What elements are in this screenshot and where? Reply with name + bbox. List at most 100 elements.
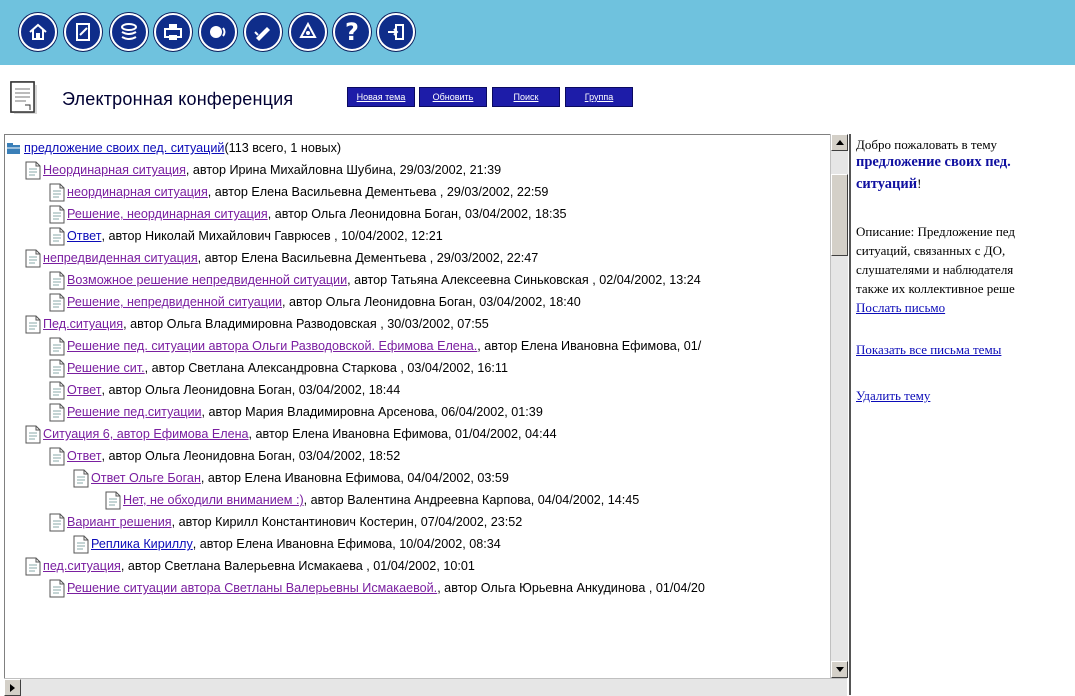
message-meta: , автор Ольга Леонидовна Боган, 03/04/20… [101, 449, 401, 463]
message-link[interactable]: Ответ [67, 379, 101, 401]
message-link[interactable]: Ответ [67, 225, 101, 247]
message-icon [25, 249, 41, 267]
message-link[interactable]: Реплика Кириллу [91, 533, 193, 555]
top-toolbar: ? [0, 0, 1075, 65]
root-topic-count: (113 всего, 1 новых) [224, 141, 342, 155]
message-link[interactable]: неординарная ситуация [67, 181, 208, 203]
printer-icon[interactable] [154, 13, 192, 51]
message-icon [49, 205, 65, 223]
message-icon [73, 469, 89, 487]
message-icon [49, 337, 65, 355]
message-meta: , автор Ольга Владимировна Разводовская … [123, 317, 489, 331]
message-link[interactable]: Решение пед.ситуации [67, 401, 202, 423]
tree-row: Вариант решения, автор Кирилл Константин… [49, 511, 522, 533]
message-meta: , автор Елена Васильевна Дементьева , 29… [207, 185, 549, 199]
group-button[interactable]: Группа [565, 87, 633, 107]
message-meta: , автор Ирина Михайловна Шубина, 29/03/2… [185, 163, 502, 177]
arrow-right-icon [10, 683, 15, 692]
message-icon [73, 535, 89, 553]
message-link[interactable]: непредвиденная ситуация [43, 247, 198, 269]
scroll-thumb[interactable] [831, 174, 848, 256]
tree-row: Решение пед.ситуации, автор Мария Владим… [49, 401, 543, 423]
topic-name-line2: ситуаций [856, 176, 918, 192]
tree-row: Решение сит., автор Светлана Александров… [49, 357, 508, 379]
scroll-down-button[interactable] [831, 661, 848, 678]
message-meta: , автор Кирилл Константинович Костерин, … [171, 515, 523, 529]
scroll-up-button[interactable] [831, 134, 848, 151]
stack-icon[interactable] [110, 13, 148, 51]
message-icon [49, 359, 65, 377]
message-meta: , автор Николай Михайлович Гаврюсев , 10… [101, 229, 443, 243]
vertical-scrollbar[interactable] [830, 134, 848, 678]
message-link[interactable]: Нет, не обходили вниманием :) [123, 489, 304, 511]
root-topic-link[interactable]: предложение своих пед. ситуаций [24, 137, 224, 159]
welcome-text: Добро пожаловать в тему [856, 137, 998, 152]
message-link[interactable]: пед.ситуация [43, 555, 121, 577]
tree-row: Ответ Ольге Боган, автор Елена Ивановна … [73, 467, 509, 489]
tree-row: Решение, непредвиденной ситуации, автор … [49, 291, 581, 313]
message-icon [49, 227, 65, 245]
message-link[interactable]: Ситуация 6, автор Ефимова Елена [43, 423, 249, 445]
message-link[interactable]: Неординарная ситуация [43, 159, 186, 181]
thread-tree: предложение своих пед. ситуаций (113 все… [4, 134, 831, 679]
message-link[interactable]: Решение пед. ситуации автора Ольги Разво… [67, 335, 477, 357]
refresh-button[interactable]: Обновить [419, 87, 487, 107]
tree-row: пед.ситуация, автор Светлана Валерьевна … [25, 555, 475, 577]
recycle-icon[interactable] [289, 13, 327, 51]
show-all-messages-link[interactable]: Показать все письма темы [856, 340, 1001, 359]
message-link[interactable]: Возможное решение непредвиденной ситуаци… [67, 269, 347, 291]
message-icon [25, 161, 41, 179]
message-meta: , автор Ольга Леонидовна Боган, 03/04/20… [267, 207, 567, 221]
message-icon [49, 271, 65, 289]
message-icon [49, 579, 65, 597]
tree-row: Возможное решение непредвиденной ситуаци… [49, 269, 701, 291]
arrow-down-icon [835, 667, 844, 672]
message-meta: , автор Валентина Андреевна Карпова, 04/… [303, 493, 640, 507]
tree-row: Ситуация 6, автор Ефимова Елена, автор Е… [25, 423, 557, 445]
message-icon [25, 425, 41, 443]
horizontal-scrollbar[interactable] [4, 678, 847, 696]
tree-row: Пед.ситуация, автор Ольга Владимировна Р… [25, 313, 489, 335]
message-meta: , автор Светлана Валерьевна Исмакаева , … [120, 559, 475, 573]
message-meta: , автор Ольга Леонидовна Боган, 03/04/20… [282, 295, 581, 309]
tree-row: Решение ситуации автора Светланы Валерье… [49, 577, 705, 599]
home-icon[interactable] [19, 13, 57, 51]
message-link[interactable]: Решение, непредвиденной ситуации [67, 291, 282, 313]
message-link[interactable]: Решение, неординарная ситуация [67, 203, 268, 225]
pencil-check-icon[interactable] [244, 13, 282, 51]
help-icon[interactable]: ? [333, 13, 371, 51]
search-button[interactable]: Поиск [492, 87, 560, 107]
message-icon [49, 403, 65, 421]
send-mail-link[interactable]: Послать письмо [856, 298, 945, 317]
exit-icon[interactable] [377, 13, 415, 51]
new-topic-button[interactable]: Новая тема [347, 87, 415, 107]
tree-row: неординарная ситуация, автор Елена Васил… [49, 181, 548, 203]
message-icon [25, 557, 41, 575]
topic-description: Описание: Предложение пед [856, 224, 1015, 239]
delete-topic-link[interactable]: Удалить тему [856, 386, 930, 405]
edit-document-icon[interactable] [64, 13, 102, 51]
tree-row: Ответ, автор Ольга Леонидовна Боган, 03/… [49, 445, 400, 467]
tree-row: Реплика Кириллу, автор Елена Ивановна Еф… [73, 533, 501, 555]
message-link[interactable]: Решение ситуации автора Светланы Валерье… [67, 577, 437, 599]
message-link[interactable]: Вариант решения [67, 511, 172, 533]
message-icon [25, 315, 41, 333]
message-meta: , автор Елена Ивановна Ефимова, 01/ [477, 339, 702, 353]
tree-row: Решение, неординарная ситуация, автор Ол… [49, 203, 567, 225]
message-icon [49, 447, 65, 465]
message-meta: , автор Елена Ивановна Ефимова, 04/04/20… [200, 471, 509, 485]
message-icon [49, 513, 65, 531]
tree-row: Решение пед. ситуации автора Ольги Разво… [49, 335, 701, 357]
message-meta: , автор Елена Васильевна Дементьева , 29… [197, 251, 539, 265]
tree-row: Нет, не обходили вниманием :), автор Вал… [105, 489, 639, 511]
arrow-up-icon [835, 140, 844, 145]
topic-description: также их коллективное реше [856, 281, 1015, 296]
speaker-icon[interactable] [199, 13, 237, 51]
message-link[interactable]: Пед.ситуация [43, 313, 123, 335]
message-link[interactable]: Ответ Ольге Боган [91, 467, 201, 489]
document-icon [10, 81, 37, 114]
scroll-right-button[interactable] [4, 679, 21, 696]
message-icon [49, 293, 65, 311]
message-link[interactable]: Ответ [67, 445, 101, 467]
message-link[interactable]: Решение сит. [67, 357, 145, 379]
